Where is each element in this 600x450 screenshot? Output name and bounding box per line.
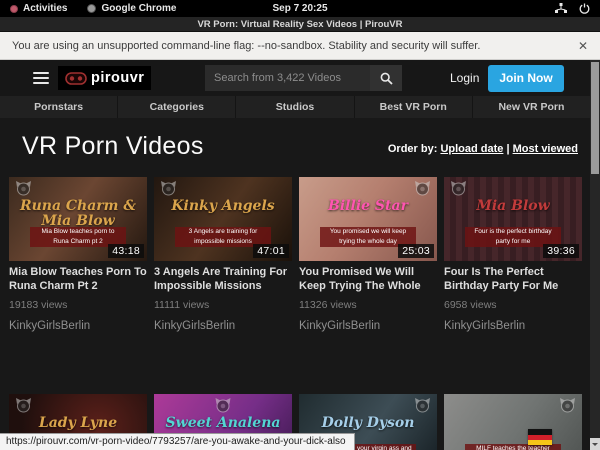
order-by: Order by: Upload date | Most viewed — [388, 143, 578, 155]
system-top-bar: Activities Google Chrome Sep 7 20:25 — [0, 0, 600, 17]
order-most-viewed-link[interactable]: Most viewed — [513, 143, 578, 155]
browser-window-titlebar: VR Porn: Virtual Reality Sex Videos | Pi… — [0, 17, 600, 32]
join-now-button[interactable]: Join Now — [488, 65, 564, 92]
video-thumbnail[interactable]: Runa Charm & Mia Blow Mia Blow teaches p… — [9, 177, 147, 261]
site-logo[interactable]: pirouvr — [58, 66, 151, 90]
video-thumbnail[interactable]: Mia Blow MILF teaches the teacher some p… — [444, 394, 582, 450]
recording-indicator-icon — [10, 5, 18, 13]
order-separator: | — [506, 143, 509, 155]
thumbnail-overlay-name: Lady Lyne — [9, 416, 147, 431]
video-title-link[interactable]: You Promised We Will Keep Trying The Who… — [299, 266, 437, 294]
studio-cat-logo-icon — [15, 398, 32, 413]
german-flag — [528, 429, 552, 445]
clock[interactable]: Sep 7 20:25 — [272, 3, 327, 14]
login-link[interactable]: Login — [450, 71, 479, 85]
search-bar — [205, 65, 402, 91]
duration-badge: 39:36 — [543, 244, 579, 258]
video-views: 6958 views — [444, 299, 582, 311]
nav-item-new-vr-porn[interactable]: New VR Porn — [473, 96, 590, 118]
studio-cat-logo-icon — [15, 181, 32, 196]
duration-badge: 43:18 — [108, 244, 144, 258]
nav-item-best-vr-porn[interactable]: Best VR Porn — [355, 96, 473, 118]
activities-button[interactable]: Activities — [0, 0, 77, 17]
video-channel-link[interactable]: KinkyGirlsBerlin — [299, 320, 437, 332]
hamburger-menu-icon[interactable] — [33, 72, 49, 84]
thumbnail-caption: MILF teaches the teacher some practical … — [444, 444, 582, 450]
chrome-app-icon — [87, 4, 96, 13]
order-by-label: Order by: — [388, 143, 438, 155]
studio-cat-logo-icon — [215, 398, 232, 413]
video-channel-link[interactable]: KinkyGirlsBerlin — [154, 320, 292, 332]
network-icon[interactable] — [555, 3, 567, 14]
chrome-infobar: You are using an unsupported command-lin… — [0, 32, 600, 60]
activities-label: Activities — [23, 3, 67, 14]
duration-badge: 47:01 — [253, 244, 289, 258]
video-card: Mia Blow MILF teaches the teacher some p… — [444, 394, 582, 450]
studio-cat-logo-icon — [414, 398, 431, 413]
thumbnail-overlay-name: Dolly Dyson — [299, 416, 437, 431]
nav-item-studios[interactable]: Studios — [236, 96, 354, 118]
page-scrollbar[interactable] — [590, 60, 600, 450]
duration-badge: 25:03 — [398, 244, 434, 258]
browser-status-url: https://pirouvr.com/vr-porn-video/779325… — [0, 433, 355, 450]
video-views: 11326 views — [299, 299, 437, 311]
video-title-link[interactable]: Four Is The Perfect Birthday Party For M… — [444, 266, 582, 294]
window-title: VR Porn: Virtual Reality Sex Videos | Pi… — [197, 19, 402, 30]
thumbnail-overlay-name: Kinky Angels — [154, 199, 292, 214]
video-title-link[interactable]: 3 Angels Are Training For Impossible Mis… — [154, 266, 292, 294]
logo-text: pirouvr — [91, 70, 144, 86]
power-icon[interactable] — [579, 3, 590, 14]
video-thumbnail[interactable]: Billie Star You promised we will keep tr… — [299, 177, 437, 261]
video-channel-link[interactable]: KinkyGirlsBerlin — [444, 320, 582, 332]
order-upload-date-link[interactable]: Upload date — [440, 143, 503, 155]
thumbnail-overlay-name: Sweet Analena — [154, 416, 292, 431]
vr-goggles-icon — [65, 72, 87, 85]
search-input[interactable] — [205, 65, 370, 91]
video-views: 19183 views — [9, 299, 147, 311]
active-app-menu[interactable]: Google Chrome — [77, 0, 186, 17]
video-grid: Runa Charm & Mia Blow Mia Blow teaches p… — [0, 171, 600, 450]
page-heading: VR Porn Videos Order by: Upload date | M… — [0, 118, 600, 171]
video-thumbnail[interactable]: Mia Blow Four is the perfect birthday pa… — [444, 177, 582, 261]
site-header: pirouvr Login Join Now — [0, 60, 600, 96]
video-views: 11111 views — [154, 299, 292, 311]
scrollbar-thumb[interactable] — [591, 62, 599, 174]
search-button[interactable] — [370, 65, 402, 91]
thumbnail-overlay-name: Billie Star — [299, 199, 437, 214]
search-icon — [380, 72, 393, 85]
video-card: Runa Charm & Mia Blow Mia Blow teaches p… — [9, 177, 147, 332]
studio-cat-logo-icon — [559, 398, 576, 413]
studio-cat-logo-icon — [450, 181, 467, 196]
studio-cat-logo-icon — [160, 181, 177, 196]
infobar-message: You are using an unsupported command-lin… — [12, 40, 480, 52]
active-app-label: Google Chrome — [101, 3, 176, 14]
video-thumbnail[interactable]: Kinky Angels 3 Angels are training for i… — [154, 177, 292, 261]
nav-item-categories[interactable]: Categories — [118, 96, 236, 118]
thumbnail-overlay-name: Mia Blow — [444, 199, 582, 214]
nav-item-pornstars[interactable]: Pornstars — [0, 96, 118, 118]
video-card: Mia Blow Four is the perfect birthday pa… — [444, 177, 582, 332]
video-title-link[interactable]: Mia Blow Teaches Porn To Runa Charm Pt 2 — [9, 266, 147, 294]
infobar-close-icon[interactable]: ✕ — [578, 39, 588, 53]
studio-cat-logo-icon — [414, 181, 431, 196]
video-card: Kinky Angels 3 Angels are training for i… — [154, 177, 292, 332]
video-card: Billie Star You promised we will keep tr… — [299, 177, 437, 332]
scrollbar-down-arrow-icon[interactable] — [590, 438, 600, 450]
main-nav: PornstarsCategoriesStudiosBest VR PornNe… — [0, 96, 590, 118]
video-channel-link[interactable]: KinkyGirlsBerlin — [9, 320, 147, 332]
thumbnail-overlay-name: Runa Charm & Mia Blow — [9, 199, 147, 228]
